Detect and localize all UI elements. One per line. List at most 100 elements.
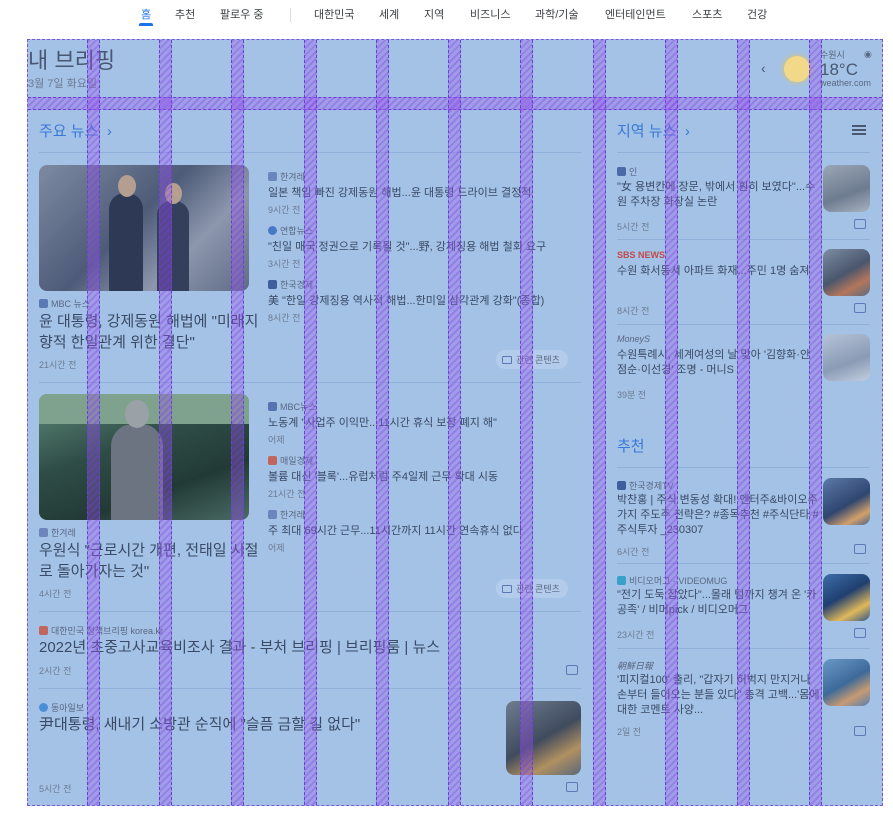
person-figure — [111, 424, 163, 520]
divider — [617, 648, 870, 649]
full-coverage-button[interactable]: 관련 콘텐츠 — [496, 350, 568, 369]
related-headline[interactable]: "친일 매국 정권으로 기록될 것"...野, 강제징용 해법 철회 요구 — [268, 240, 578, 255]
related-headline[interactable]: 노동계 "사업주 이익만...11시간 휴식 보장 폐지 해" — [268, 416, 578, 431]
tab-business[interactable]: 비즈니스 — [470, 6, 510, 22]
local-thumbnail[interactable] — [823, 334, 870, 381]
divider — [617, 324, 870, 325]
related-headline[interactable]: 일본 책임 빠진 강제동원 해법...윤 대통령 드라이브 결정적 — [268, 186, 578, 201]
related-source: 한겨레 — [268, 508, 578, 521]
local-time: 39분 전 — [617, 390, 647, 400]
weather-prev-arrow[interactable]: ‹ — [761, 60, 766, 76]
tab-science-tech[interactable]: 과학/기술 — [535, 6, 579, 22]
rec-headline[interactable]: 박찬홍 | 주식 변동성 확대! 엔터주&바이오주 가지 주도주 전략은? #종… — [617, 493, 822, 538]
hani-logo-icon — [268, 510, 277, 519]
related-source: 매일경제 — [268, 454, 578, 467]
chevron-right-icon: › — [684, 123, 690, 140]
tab-home[interactable]: 홈 — [141, 6, 151, 22]
source-name: 한국경제 — [280, 280, 314, 290]
rec-headline[interactable]: "전기 도둑 잡았다"...몰래 텀까지 챙겨 온 '카공족' / 비머pick… — [617, 588, 822, 618]
mbc-logo-icon — [268, 402, 277, 411]
tab-world[interactable]: 세계 — [379, 6, 399, 22]
rec-thumbnail[interactable] — [823, 478, 870, 525]
full-coverage-icon[interactable] — [566, 782, 578, 792]
full-coverage-icon[interactable] — [854, 628, 866, 638]
related-headline[interactable]: 주 최대 69시간 근무...11시간까지 11시간 연속휴식 없다 — [268, 524, 578, 539]
related-time: 9시간 전 — [268, 205, 301, 215]
related-headline[interactable]: 볼륨 대신 '블록'...유럽처럼 주4일제 근무 확대 시동 — [268, 470, 578, 485]
story-time: 2시간 전 — [39, 666, 72, 676]
top-news-title: 주요 뉴스 — [39, 123, 99, 140]
local-headline[interactable]: 수원특례시, 세계여성의 날 맞아 '김향화·안점순·이선경' 조명 - 머니S — [617, 348, 817, 378]
mbc-logo-icon — [39, 299, 48, 308]
story-time: 21시간 전 — [39, 360, 77, 370]
source-name: MBC뉴스 — [280, 402, 317, 412]
divider — [617, 467, 870, 468]
korea-kr-logo-icon — [39, 626, 48, 635]
tab-local[interactable]: 지역 — [424, 6, 444, 22]
hani-logo-icon — [39, 528, 48, 537]
divider — [617, 563, 870, 564]
local-source: MoneyS — [617, 334, 651, 344]
recommended-title[interactable]: 추천 — [617, 435, 645, 456]
source-name: 한겨레 — [280, 172, 305, 182]
full-coverage-icon[interactable] — [854, 544, 866, 554]
filter-icon[interactable] — [852, 124, 866, 136]
briefing-title: 내 브리핑 — [28, 48, 116, 73]
coverage-label: 관련 콘텐츠 — [516, 355, 560, 365]
overlay-stripe — [28, 97, 882, 110]
related-list: 한겨레 일본 책임 빠진 강제동원 해법...윤 대통령 드라이브 결정적 9시… — [268, 170, 578, 324]
local-thumbnail[interactable] — [823, 249, 870, 296]
tab-following[interactable]: 팔로우 중 — [220, 6, 264, 22]
story-headline[interactable]: 尹대통령, 새내기 소방관 순직에 "슬픔 금할 길 없다" — [39, 714, 479, 735]
hankyung-logo-icon — [268, 280, 277, 289]
tab-recommended[interactable]: 추천 — [175, 6, 195, 22]
top-news-header[interactable]: 주요 뉴스 › — [39, 120, 112, 141]
story-source: 동아일보 — [39, 701, 84, 714]
full-coverage-icon[interactable] — [854, 219, 866, 229]
rec-thumbnail[interactable] — [823, 659, 870, 706]
full-coverage-icon[interactable] — [854, 726, 866, 736]
person-head — [118, 175, 136, 197]
source-name: 인 — [629, 167, 638, 177]
tab-sports[interactable]: 스포츠 — [692, 6, 722, 22]
mk-logo-icon — [268, 456, 277, 465]
hani-logo-icon — [268, 172, 277, 181]
divider — [39, 382, 581, 383]
rec-source: 비디오머그 - VIDEOMUG — [617, 574, 727, 587]
local-headline[interactable]: "女 용변칸에 장문, 밖에서 훤히 보였다"...수원 주차장 화장실 논란 — [617, 180, 817, 210]
story-source: 대한민국 정책브리핑 korea.kr — [39, 624, 163, 637]
related-headline[interactable]: 美 "한일 강제징용 역사적 해법...한미일 삼각관계 강화"(종합) — [268, 294, 578, 309]
local-news-header[interactable]: 지역 뉴스 › — [617, 120, 690, 141]
weather-temperature: 18°C — [820, 60, 858, 79]
rec-time: 6시간 전 — [617, 547, 650, 557]
briefing-panel: 내 브리핑 3월 7일 화요일 ‹ 수원시 ◉ 18°C weather.com… — [27, 39, 883, 806]
tab-entertainment[interactable]: 엔터테인먼트 — [605, 6, 666, 22]
story-time: 4시간 전 — [39, 589, 72, 599]
chevron-right-icon: › — [106, 123, 112, 140]
local-headline[interactable]: 수원 화서동서 아파트 화재...주민 1명 숨져 — [617, 264, 817, 279]
story-headline[interactable]: 2022년 초중고사교육비조사 결과 - 부처 브리핑 | 브리핑룸 | 뉴스 — [39, 637, 559, 658]
full-coverage-icon[interactable] — [566, 665, 578, 675]
story-image[interactable] — [39, 165, 249, 291]
full-coverage-icon[interactable] — [854, 303, 866, 313]
story-headline[interactable]: 윤 대통령, 강제동원 해법에 "미래지향적 한일관계 위한 결단" — [39, 311, 259, 353]
weather-source[interactable]: weather.com — [820, 78, 871, 88]
story-image[interactable] — [39, 394, 249, 520]
coverage-icon — [502, 356, 512, 364]
source-name: 비디오머그 - VIDEOMUG — [629, 576, 728, 586]
rec-thumbnail[interactable] — [823, 574, 870, 621]
full-coverage-button[interactable]: 관련 콘텐츠 — [496, 579, 568, 598]
related-source: 한국경제 — [268, 278, 578, 291]
story-thumbnail[interactable] — [506, 701, 581, 775]
tab-health[interactable]: 건강 — [747, 6, 767, 22]
local-thumbnail[interactable] — [823, 165, 870, 212]
story-headline[interactable]: 우원식 "근로시간 개편, 전태일 시절로 돌아가자는 것" — [39, 540, 259, 582]
rec-headline[interactable]: '피지컬100' 출리, "갑자기 허벅지 만지거나 손부터 들어오는 분들 있… — [617, 673, 822, 718]
person-head — [125, 400, 149, 428]
source-name: 한겨레 — [280, 510, 305, 520]
tab-korea[interactable]: 대한민국 — [314, 6, 354, 22]
active-tab-indicator — [139, 23, 153, 26]
related-time: 어제 — [268, 435, 285, 445]
local-time: 8시간 전 — [617, 306, 650, 316]
source-name: 대한민국 정책브리핑 korea.kr — [51, 626, 164, 636]
